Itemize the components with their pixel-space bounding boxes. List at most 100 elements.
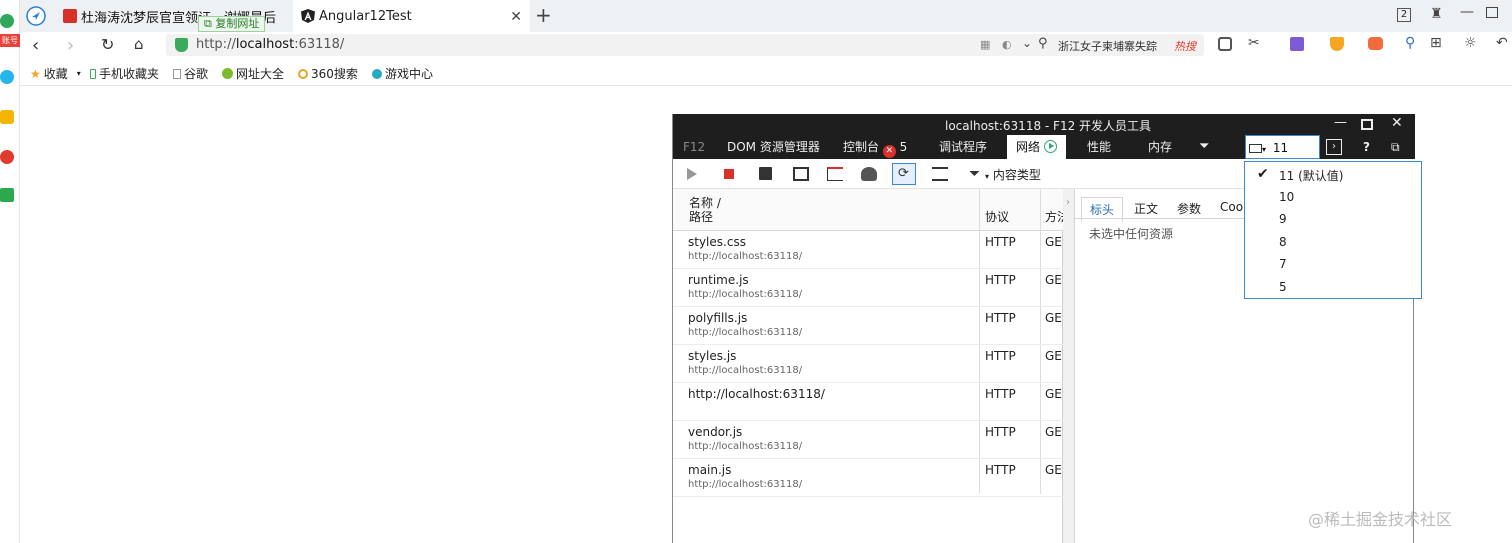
- weibo-icon[interactable]: [0, 150, 14, 164]
- emulation-dropdown[interactable]: ▾ 11: [1245, 135, 1320, 159]
- content-type-filter[interactable]: ▾ 内容类型: [985, 166, 1041, 183]
- detail-tab-parameters[interactable]: 参数: [1177, 200, 1201, 217]
- copy-url-label: 复制网址: [215, 17, 260, 30]
- apps-grid-icon[interactable]: ⊞: [1430, 35, 1442, 51]
- console-drawer-icon[interactable]: ›: [1326, 139, 1342, 155]
- request-protocol: HTTP: [985, 463, 1016, 477]
- table-row[interactable]: http://localhost:63118/HTTP GE: [673, 383, 1063, 421]
- table-row[interactable]: runtime.js http://localhost:63118/HTTP GE: [673, 269, 1063, 307]
- tab-network[interactable]: 网络: [1007, 135, 1066, 159]
- mode-icon[interactable]: ◐: [1002, 38, 1012, 51]
- document-mode-option[interactable]: 9: [1279, 212, 1287, 226]
- more-tabs-icon[interactable]: ⏷: [1199, 135, 1209, 159]
- magnifier-ext-icon[interactable]: ⚲: [1405, 35, 1415, 51]
- document-mode-option[interactable]: 5: [1279, 280, 1287, 294]
- request-url: http://localhost:63118/: [688, 441, 803, 452]
- detail-tab-body[interactable]: 正文: [1134, 200, 1158, 217]
- maximize-icon[interactable]: [1361, 119, 1373, 130]
- home-icon[interactable]: ⌂: [134, 35, 144, 53]
- splitter[interactable]: ›: [1063, 189, 1075, 543]
- game-ext-icon[interactable]: [1368, 37, 1383, 50]
- maximize-icon[interactable]: [1486, 7, 1498, 18]
- reload-icon[interactable]: ↻: [101, 35, 114, 54]
- close-icon[interactable]: ✕: [1391, 115, 1403, 131]
- forward-icon[interactable]: ›: [67, 35, 74, 56]
- scissors-icon[interactable]: ✂: [1248, 35, 1260, 51]
- star-sidebar-icon[interactable]: [0, 110, 14, 124]
- bookmark-mobile[interactable]: 手机收藏夹: [90, 65, 159, 82]
- table-row[interactable]: styles.js http://localhost:63118/HTTP GE: [673, 345, 1063, 383]
- column-header-path[interactable]: 路径: [689, 208, 713, 225]
- detail-tab-headers[interactable]: 标头: [1081, 197, 1124, 222]
- qr-icon[interactable]: ▦: [980, 38, 990, 51]
- bookmark-favorites[interactable]: ★ 收藏 ▾: [30, 65, 81, 82]
- tab-dom-explorer[interactable]: DOM 资源管理器: [727, 135, 820, 159]
- stop-record-icon[interactable]: [724, 169, 734, 179]
- extension-icons: ✂ ⚲ ⊞ ☼ ↶: [1218, 35, 1508, 56]
- document-mode-option[interactable]: 7: [1279, 257, 1287, 271]
- column-header-method[interactable]: 方法: [1045, 208, 1063, 225]
- undo-icon[interactable]: ↶: [1496, 35, 1508, 51]
- shield-ext-icon[interactable]: [1330, 37, 1344, 51]
- 360-icon: [298, 68, 308, 79]
- clear-cache-icon[interactable]: [861, 167, 877, 181]
- bookmark-google[interactable]: 谷歌: [173, 65, 208, 82]
- document-mode-option[interactable]: 8: [1279, 235, 1287, 249]
- search-box[interactable]: ⚲ 浙江女子柬埔寨失踪 热搜: [1032, 34, 1204, 56]
- chevron-down-icon[interactable]: ⌄: [1022, 36, 1032, 50]
- minimize-icon[interactable]: —: [1460, 4, 1474, 20]
- translate-icon[interactable]: [1290, 37, 1304, 51]
- request-protocol: HTTP: [985, 425, 1016, 439]
- minimize-icon[interactable]: —: [1334, 115, 1347, 130]
- tab-performance[interactable]: 性能: [1087, 135, 1111, 159]
- reader-icon[interactable]: [1218, 37, 1232, 51]
- mail-icon[interactable]: [0, 188, 14, 202]
- table-row[interactable]: styles.css http://localhost:63118/HTTP GE: [673, 231, 1063, 269]
- request-protocol: HTTP: [985, 349, 1016, 363]
- navigation-logo-icon[interactable]: [26, 6, 46, 26]
- copy-url-tooltip[interactable]: ⧉ 复制网址: [198, 16, 266, 32]
- column-header-protocol[interactable]: 协议: [985, 208, 1009, 225]
- document-mode-option[interactable]: 11 (默认值): [1279, 167, 1343, 184]
- filter-icon[interactable]: ⏷: [969, 166, 980, 182]
- bookmark-games[interactable]: 游戏中心: [372, 65, 433, 82]
- chat-icon[interactable]: [0, 70, 14, 84]
- tab-memory[interactable]: 内存: [1148, 135, 1172, 159]
- address-text[interactable]: http://localhost:63118/: [196, 37, 344, 52]
- always-refresh-icon[interactable]: ⟳: [892, 163, 916, 185]
- tab-count-badge[interactable]: 2: [1397, 8, 1411, 22]
- tab-debugger[interactable]: 调试程序: [939, 135, 987, 159]
- tab-console[interactable]: 控制台 ✕ 5: [843, 135, 907, 159]
- no-resource-selected: 未选中任何资源: [1089, 227, 1174, 241]
- tab-f12[interactable]: F12: [683, 135, 705, 159]
- bookmark-label: 手机收藏夹: [99, 67, 160, 81]
- request-method: GE: [1045, 311, 1062, 325]
- play-icon[interactable]: [687, 168, 697, 180]
- table-row[interactable]: polyfills.js http://localhost:63118/HTTP G…: [673, 307, 1063, 345]
- clear-list-icon[interactable]: [932, 167, 948, 181]
- import-icon[interactable]: [793, 167, 809, 181]
- clear-entries-icon[interactable]: [827, 167, 843, 181]
- address-bar[interactable]: http://localhost:63118/ ▦ ◐ ⌄: [166, 34, 1042, 56]
- request-protocol: HTTP: [985, 387, 1016, 401]
- table-row[interactable]: vendor.js http://localhost:63118/HTTP GE: [673, 421, 1063, 459]
- devtools-title-bar: localhost:63118 - F12 开发人员工具 — ✕: [673, 114, 1415, 135]
- new-tab-button[interactable]: +: [535, 3, 552, 27]
- skin-icon[interactable]: ♜: [1430, 6, 1443, 22]
- ie-logo-icon[interactable]: [0, 14, 14, 28]
- help-icon[interactable]: ?: [1363, 135, 1370, 159]
- bookmark-sites[interactable]: 网址大全: [222, 65, 284, 82]
- checkmark-icon: ✔: [1257, 166, 1269, 182]
- close-tab-icon[interactable]: ✕: [510, 9, 522, 25]
- document-mode-option[interactable]: 10: [1279, 190, 1294, 204]
- bookmark-360[interactable]: 360搜索: [298, 65, 358, 82]
- request-url: http://localhost:63118/: [688, 289, 803, 300]
- table-row[interactable]: main.js http://localhost:63118/HTTP GE: [673, 459, 1063, 497]
- tab-angular[interactable]: Angular12Test ✕: [293, 0, 530, 32]
- back-icon[interactable]: ‹: [32, 35, 39, 56]
- save-icon[interactable]: [759, 167, 772, 180]
- brightness-icon[interactable]: ☼: [1464, 35, 1477, 51]
- account-badge[interactable]: 账号: [0, 34, 20, 47]
- request-method: GE: [1045, 235, 1062, 249]
- undock-icon[interactable]: ⧉: [1391, 135, 1400, 159]
